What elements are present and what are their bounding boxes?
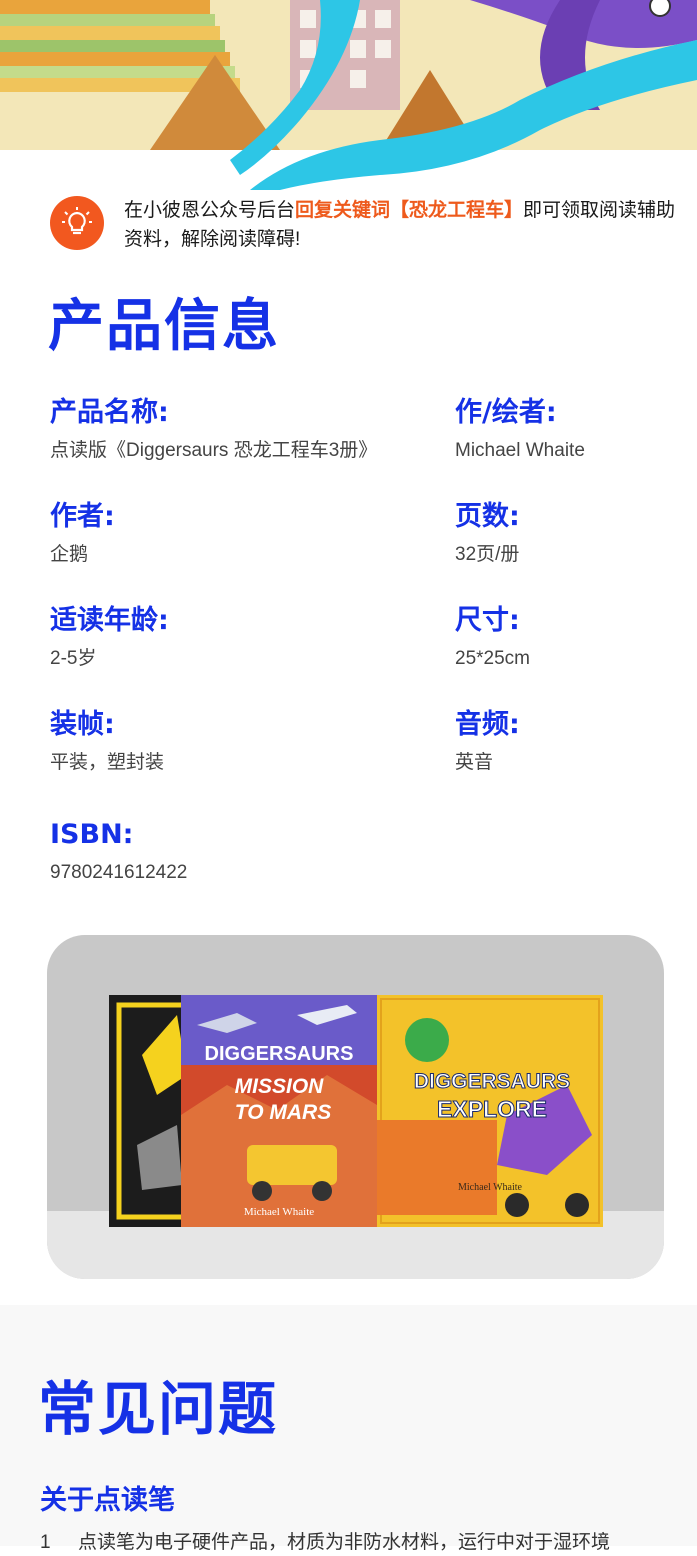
- info-label: 装帧:: [50, 709, 115, 740]
- book2-title-line1: DIGGERSAURS: [414, 1070, 570, 1093]
- info-pages: 页数: 32页/册: [455, 500, 685, 568]
- info-label: 作/绘者:: [455, 397, 557, 428]
- faq-title: 常见问题: [38, 1375, 279, 1443]
- book1-title-line1: DIGGERSAURS: [205, 1043, 354, 1065]
- lightbulb-icon: [50, 196, 104, 250]
- tip-keyword: 回复关键词【恐龙工程车】: [295, 200, 524, 221]
- info-label: 作者:: [50, 501, 115, 532]
- info-value: 平装，塑封装: [50, 752, 165, 773]
- info-value: Michael Whaite: [455, 440, 585, 461]
- faq-item: 1 点读笔为电子硬件产品，材质为非防水材料，运行中对于湿环境: [40, 1530, 680, 1556]
- info-label: 产品名称:: [50, 397, 169, 428]
- info-label: 音频:: [455, 709, 520, 740]
- info-size: 尺寸: 25*25cm: [455, 604, 685, 672]
- book1-title-line2: MISSION: [235, 1075, 325, 1098]
- info-label: 适读年龄:: [50, 605, 169, 636]
- info-author: 作者: 企鹅: [50, 500, 440, 568]
- info-label: ISBN:: [50, 819, 134, 850]
- product-image-card: DIGGERSAURS MISSION TO MARS Michael Whai…: [47, 935, 664, 1279]
- info-value: 点读版《Diggersaurs 恐龙工程车3册》: [50, 440, 378, 461]
- info-isbn: ISBN: 9780241612422: [50, 818, 440, 886]
- info-age: 适读年龄: 2-5岁: [50, 604, 440, 672]
- faq-item-number: 1: [40, 1532, 51, 1553]
- tip-text-before: 在小彼恩公众号后台: [124, 200, 296, 221]
- info-label: 尺寸:: [455, 605, 520, 636]
- faq-subtitle: 关于点读笔: [40, 1485, 175, 1516]
- product-info-title: 产品信息: [48, 294, 280, 359]
- info-audio: 音频: 英音: [455, 708, 685, 776]
- info-value: 25*25cm: [455, 648, 530, 669]
- tip-text: 在小彼恩公众号后台回复关键词【恐龙工程车】即可领取阅读辅助资料，解除阅读障碍!: [124, 196, 684, 254]
- tip-banner: 在小彼恩公众号后台回复关键词【恐龙工程车】即可领取阅读辅助资料，解除阅读障碍!: [50, 196, 675, 256]
- book-covers-image: DIGGERSAURS MISSION TO MARS Michael Whai…: [109, 995, 603, 1227]
- info-label: 页数:: [455, 501, 520, 532]
- info-value: 9780241612422: [50, 862, 188, 883]
- info-binding: 装帧: 平装，塑封装: [50, 708, 440, 776]
- book2-title-line2: EXPLORE: [437, 1096, 547, 1122]
- faq-item-text: 点读笔为电子硬件产品，材质为非防水材料，运行中对于湿环境: [78, 1532, 611, 1553]
- hero-illustration: [0, 0, 697, 190]
- book2-author: Michael Whaite: [458, 1182, 523, 1193]
- book1-title-line3: TO MARS: [235, 1101, 331, 1124]
- info-product-name: 产品名称: 点读版《Diggersaurs 恐龙工程车3册》: [50, 396, 440, 464]
- info-author-illustrator: 作/绘者: Michael Whaite: [455, 396, 685, 464]
- book1-author: Michael Whaite: [244, 1206, 314, 1218]
- info-value: 英音: [455, 752, 494, 773]
- info-value: 企鹅: [50, 544, 89, 565]
- info-value: 2-5岁: [50, 648, 97, 669]
- info-value: 32页/册: [455, 544, 520, 565]
